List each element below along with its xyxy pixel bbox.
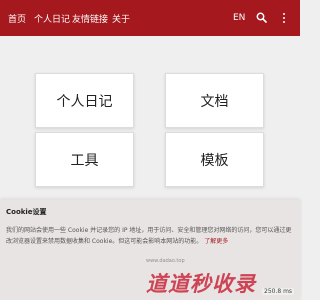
cookie-text-line2: 改浏览器设置来禁用数据收集和 Cookie。但这可能会影响本网站的功能。	[6, 238, 203, 245]
watermark-text: 道道秒收录	[146, 272, 256, 296]
cookie-text-line1: 我们的网站会使用一些 Cookie 并记录您的 IP 地址，用于访问、安全和管理…	[6, 227, 292, 234]
tile-label: 个人日记	[56, 93, 113, 110]
tile-personal-diary[interactable]: 个人日记	[35, 73, 134, 128]
load-time-badge: 250.8 ms	[262, 288, 295, 295]
nav-home-link[interactable]: 首页	[8, 12, 26, 25]
tile-templates[interactable]: 模板	[165, 132, 264, 187]
cookie-learn-more-link[interactable]: 了解更多	[204, 238, 228, 245]
language-switch-link[interactable]: EN	[233, 13, 245, 23]
menu-icon[interactable]	[280, 13, 288, 23]
cookie-description: 我们的网站会使用一些 Cookie 并记录您的 IP 地址，用于访问、安全和管理…	[6, 225, 296, 247]
search-icon[interactable]	[256, 12, 267, 23]
tile-label: 文档	[200, 93, 229, 110]
cookie-title: Cookie设置	[6, 208, 47, 216]
tile-label: 工具	[70, 152, 99, 169]
tile-tools[interactable]: 工具	[35, 132, 134, 187]
tile-documents[interactable]: 文档	[165, 73, 264, 128]
nav-about-link[interactable]: 关于	[112, 12, 130, 25]
nav-friend-links-link[interactable]: 友情链接	[72, 12, 108, 25]
top-navbar: 首页 个人日记 友情链接 关于 EN	[0, 0, 300, 36]
nav-diary-link[interactable]: 个人日记	[34, 12, 70, 25]
tile-label: 模板	[200, 152, 229, 169]
watermark-url: www.dadao.top	[146, 258, 185, 264]
